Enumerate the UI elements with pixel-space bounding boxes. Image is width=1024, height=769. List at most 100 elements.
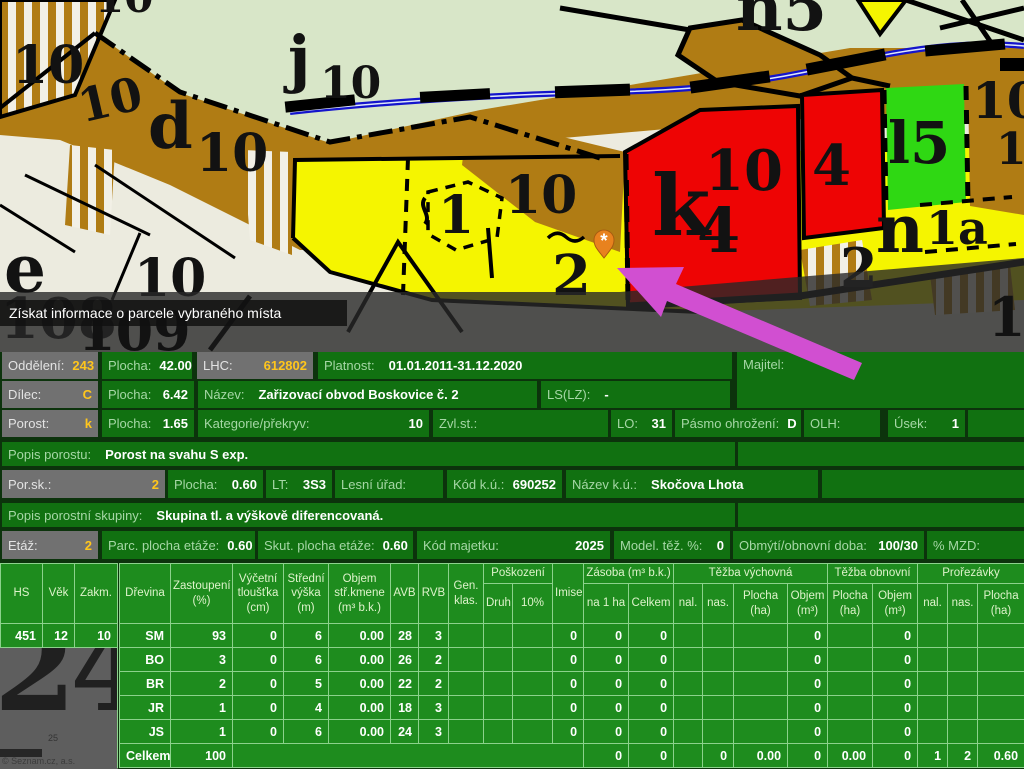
col-header: Plocha (ha)	[978, 584, 1024, 624]
cell	[828, 624, 873, 648]
cell	[674, 696, 703, 720]
totals-row: Celkem: 100 0 0 0 0.00 0 0.00 0 1 2 0.60	[1, 744, 1024, 768]
cell: 0	[584, 648, 629, 672]
value: 1.65	[155, 416, 188, 431]
label: Popis porostní skupiny:	[8, 508, 142, 523]
map-label: 10	[320, 58, 381, 109]
col-header: Zastoupení (%)	[171, 564, 233, 624]
label: Lesní úřad:	[341, 477, 406, 492]
cell: 0	[629, 624, 674, 648]
cell: 12	[43, 624, 75, 648]
cell: 3	[419, 624, 449, 648]
col-group-header: Těžba výchovná	[674, 564, 828, 584]
cell	[948, 648, 978, 672]
col-header: nal.	[674, 584, 703, 624]
field-kategorie: Kategorie/překryv: 10	[198, 410, 429, 437]
label: Obmýtí/obnovní doba:	[739, 538, 867, 553]
cell: 0	[629, 744, 674, 768]
map-label: 4	[697, 194, 740, 267]
cell	[978, 696, 1024, 720]
cell: 0	[584, 744, 629, 768]
cell	[734, 696, 788, 720]
map-tooltip: Získat informace o parcele vybraného mís…	[0, 300, 347, 326]
value: D	[779, 416, 796, 431]
cell: 4	[284, 696, 329, 720]
col-header: Střední výška (m)	[284, 564, 329, 624]
value: Zařizovací obvod Boskovice č. 2	[258, 387, 458, 402]
label: Úsek:	[894, 416, 927, 431]
field-nazev: Název: Zařizovací obvod Boskovice č. 2	[198, 381, 537, 408]
field-empty	[738, 442, 1024, 466]
label: Kód k.ú.:	[453, 477, 504, 492]
cell	[674, 672, 703, 696]
cell: 0.00	[329, 648, 391, 672]
cell: 2	[948, 744, 978, 768]
cell	[978, 672, 1024, 696]
label: Plocha:	[108, 387, 151, 402]
cell: 2	[419, 648, 449, 672]
field-plocha-porsk: Plocha: 0.60	[168, 470, 263, 498]
value: Porost na svahu S exp.	[105, 447, 248, 462]
col-header: Výčetní tloušťka (cm)	[233, 564, 284, 624]
cell: 0	[629, 696, 674, 720]
cell	[513, 696, 553, 720]
cell: 6	[284, 624, 329, 648]
cell: 3	[419, 696, 449, 720]
col-header: Plocha (ha)	[828, 584, 873, 624]
cell	[674, 624, 703, 648]
cell	[513, 648, 553, 672]
map-label: 10	[196, 123, 268, 184]
field-nazev-ku: Název k.ú.: Skočova Lhota	[566, 470, 818, 498]
cell	[513, 672, 553, 696]
table-row: 451 12 10 SM 93 0 6 0.00 28 3 0 0 0 0 0	[1, 624, 1024, 648]
col-group-header: Prořezávky	[918, 564, 1024, 584]
cell	[703, 696, 734, 720]
value: 01.01.2011-31.12.2020	[389, 358, 523, 373]
label: Plocha:	[108, 358, 151, 373]
cell: 3	[171, 648, 233, 672]
label: Popis porostu:	[8, 447, 91, 462]
cell: 0	[553, 720, 584, 744]
value: -	[604, 387, 608, 402]
cell: 100	[171, 744, 233, 768]
cell: 1	[918, 744, 948, 768]
label: Por.sk.:	[8, 477, 51, 492]
cell: BR	[119, 672, 171, 696]
value: 2025	[567, 538, 604, 553]
cell: 0	[873, 624, 918, 648]
map-label: n	[876, 190, 924, 268]
cell	[948, 696, 978, 720]
cell	[484, 624, 513, 648]
value: 2	[144, 477, 159, 492]
map-label: n5	[736, 0, 827, 46]
col-header: Zakm.	[75, 564, 119, 624]
label: Kód majetku:	[423, 538, 499, 553]
col-group-header: Poškození	[484, 564, 553, 584]
cell: 0	[873, 672, 918, 696]
cell	[948, 720, 978, 744]
cell	[484, 648, 513, 672]
map-label: 1	[988, 285, 1024, 349]
cell: 0	[233, 696, 284, 720]
field-olh: OLH:	[804, 410, 880, 437]
cell: 0	[703, 744, 734, 768]
value: 0.60	[219, 538, 252, 553]
cell	[703, 648, 734, 672]
cell	[484, 720, 513, 744]
cell: 0	[873, 720, 918, 744]
map-label: 1a	[926, 201, 988, 255]
field-porsk: Por.sk.: 2	[2, 470, 165, 498]
col-header: Imise	[553, 564, 584, 624]
cell: 24	[391, 720, 419, 744]
col-header: Druh	[484, 584, 513, 624]
cell	[233, 744, 584, 768]
field-kod-majetku: Kód majetku: 2025	[417, 531, 610, 559]
cell	[674, 720, 703, 744]
cell	[734, 720, 788, 744]
field-lt: LT: 3S3	[266, 470, 332, 498]
field-etaz: Etáž: 2	[2, 531, 98, 559]
cell	[734, 648, 788, 672]
cell: 0	[629, 720, 674, 744]
cell: 0	[553, 648, 584, 672]
field-porost: Porost: k	[2, 410, 98, 437]
